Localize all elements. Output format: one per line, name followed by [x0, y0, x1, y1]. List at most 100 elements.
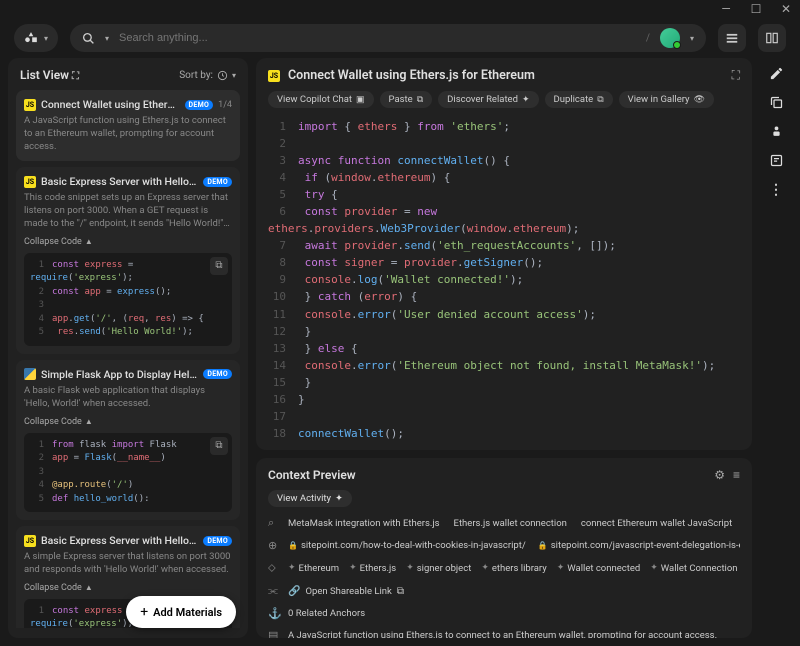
- card-title: Basic Express Server with Hello World Re…: [41, 175, 198, 188]
- search-icon: [82, 32, 95, 45]
- globe-icon: ⊕: [268, 539, 280, 552]
- collapse-toggle[interactable]: Collapse Code ▲: [24, 417, 232, 427]
- query-item[interactable]: Ethers.js wallet connection: [454, 518, 567, 529]
- search-caret-icon: ▾: [105, 34, 109, 43]
- tag-icon: ⬦: [268, 561, 280, 575]
- context-title: Context Preview: [268, 468, 706, 482]
- action-chip[interactable]: Duplicate ⧉: [545, 91, 613, 108]
- copy-icon[interactable]: [769, 95, 784, 110]
- query-item[interactable]: MetaMask integration with Ethers.js: [288, 518, 440, 529]
- avatar[interactable]: [660, 28, 680, 48]
- topbar: ▾ ▾ / ▾: [0, 18, 800, 58]
- collapse-toggle[interactable]: Collapse Code ▲: [24, 237, 232, 247]
- chip-icon: ✦: [522, 95, 530, 105]
- tag-item[interactable]: ✦Ethers.js: [349, 563, 396, 574]
- link-icon: 🔗: [288, 586, 300, 597]
- context-panel: Context Preview ⚙ ≡ View Activity ✦ ⌕ Me…: [256, 458, 752, 638]
- window-minimize[interactable]: —: [720, 2, 732, 16]
- edit-icon[interactable]: [769, 66, 784, 81]
- view-activity-button[interactable]: View Activity ✦: [268, 490, 352, 507]
- tag-item[interactable]: ✦signer object: [406, 563, 471, 574]
- copy-icon[interactable]: ⧉: [397, 586, 404, 597]
- action-chip[interactable]: View in Gallery 👁: [619, 91, 714, 108]
- anchors-text: 0 Related Anchors: [288, 608, 365, 619]
- search-bar[interactable]: ▾ / ▾: [70, 24, 706, 52]
- lock-icon: 🔒: [288, 541, 298, 550]
- tag-item[interactable]: ✦Wallet Connection: [650, 563, 737, 574]
- search-input[interactable]: [119, 32, 636, 44]
- python-badge-icon: [24, 368, 36, 380]
- card-title: Simple Flask App to Display Hello World: [41, 368, 198, 381]
- card-title: Connect Wallet using Ethers.js for Et...: [41, 98, 180, 111]
- list-card[interactable]: JS Connect Wallet using Ethers.js for Et.…: [16, 90, 240, 161]
- copy-button[interactable]: ⧉: [210, 437, 228, 455]
- avatar-caret-icon: ▾: [690, 34, 694, 43]
- more-icon[interactable]: ⋮: [769, 182, 783, 198]
- context-anchors-row: ⚓ 0 Related Anchors: [268, 607, 740, 620]
- copy-button[interactable]: ⧉: [210, 257, 228, 275]
- note-icon[interactable]: [769, 153, 784, 168]
- js-badge-icon: JS: [24, 99, 36, 111]
- editor-chips: View Copilot Chat ▣ Paste ⧉ Discover Relat…: [268, 91, 740, 108]
- list-view-toggle[interactable]: [718, 24, 746, 52]
- tag-item[interactable]: ✦Ethereum: [288, 563, 339, 574]
- plus-icon: ✦: [481, 563, 489, 573]
- card-description: A simple Express server that listens on …: [24, 551, 232, 577]
- plus-icon: ✦: [650, 563, 658, 573]
- demo-tag: DEMO: [185, 100, 214, 110]
- plus-icon: +: [140, 604, 148, 620]
- code-snippet: ⧉1from flask import Flask2app = Flask(__…: [24, 433, 232, 513]
- window-close[interactable]: ✕: [780, 2, 792, 16]
- settings-icon[interactable]: ⚙: [714, 468, 725, 482]
- query-item[interactable]: connect Ethereum wallet JavaScript: [581, 518, 732, 529]
- sort-button[interactable]: Sort by: ▾: [179, 70, 236, 81]
- action-chip[interactable]: View Copilot Chat ▣: [268, 91, 374, 108]
- window-maximize[interactable]: ☐: [750, 2, 762, 16]
- plus-icon: ✦: [557, 563, 565, 573]
- js-badge-icon: JS: [24, 176, 36, 188]
- editor-header: JS Connect Wallet using Ethers.js for Et…: [268, 68, 740, 83]
- action-chip[interactable]: Paste ⧉: [380, 91, 433, 108]
- plus-icon: ✦: [406, 563, 414, 573]
- plus-icon: ✦: [288, 563, 296, 573]
- center-column: JS Connect Wallet using Ethers.js for Et…: [256, 58, 752, 638]
- right-rail: ⋮: [760, 58, 792, 638]
- context-tags-row: ⬦ ✦Ethereum ✦Ethers.js ✦signer object ✦ethe…: [268, 561, 740, 575]
- panel-toggle[interactable]: [758, 24, 786, 52]
- link-item[interactable]: 🔒sitepoint.com/how-to-deal-with-cookies-…: [288, 540, 526, 551]
- shapes-icon: [24, 31, 38, 45]
- editor-panel: JS Connect Wallet using Ethers.js for Et…: [256, 58, 752, 450]
- filter-icon[interactable]: ≡: [733, 468, 740, 482]
- chevron-up-icon: ▲: [85, 417, 93, 426]
- demo-tag: DEMO: [203, 177, 232, 187]
- context-queries-row: ⌕ MetaMask integration with Ethers.js Eth…: [268, 516, 740, 530]
- collapse-toggle[interactable]: Collapse Code ▲: [24, 583, 232, 593]
- tag-item[interactable]: ✦Wallet connected: [557, 563, 641, 574]
- note-icon: ▤: [268, 629, 280, 638]
- js-badge-icon: JS: [24, 535, 36, 547]
- chip-icon: 👁: [694, 95, 705, 105]
- user-icon[interactable]: [769, 124, 784, 139]
- list-card[interactable]: Simple Flask App to Display Hello WorldD…: [16, 360, 240, 520]
- add-materials-button[interactable]: + Add Materials: [126, 596, 236, 628]
- anchor-icon: ⚓: [268, 607, 280, 620]
- columns-icon: [765, 31, 779, 45]
- code-editor[interactable]: 1import { ethers } from 'ethers';23async…: [268, 118, 740, 440]
- clock-icon: [217, 70, 228, 81]
- shapes-menu[interactable]: ▾: [14, 24, 58, 52]
- share-icon: ⫘: [268, 584, 280, 598]
- caret-icon: ▾: [44, 34, 48, 43]
- expand-arrows-icon[interactable]: ⛶: [72, 71, 79, 82]
- list-title: List View ⛶: [20, 68, 79, 82]
- action-chip[interactable]: Discover Related ✦: [438, 91, 538, 108]
- expand-icon[interactable]: ⛶: [732, 68, 740, 83]
- link-item[interactable]: 🔒sitepoint.com/javascript-event-delegati…: [538, 540, 740, 551]
- context-header: Context Preview ⚙ ≡: [268, 468, 740, 482]
- list-card[interactable]: JS Basic Express Server with Hello World …: [16, 167, 240, 353]
- share-link[interactable]: 🔗 Open Shareable Link ⧉: [288, 586, 404, 597]
- lock-icon: 🔒: [538, 541, 548, 550]
- tag-item[interactable]: ✦ethers library: [481, 563, 546, 574]
- card-description: A basic Flask web application that displ…: [24, 385, 232, 411]
- window-titlebar: — ☐ ✕: [0, 0, 800, 18]
- search-icon: ⌕: [268, 516, 280, 530]
